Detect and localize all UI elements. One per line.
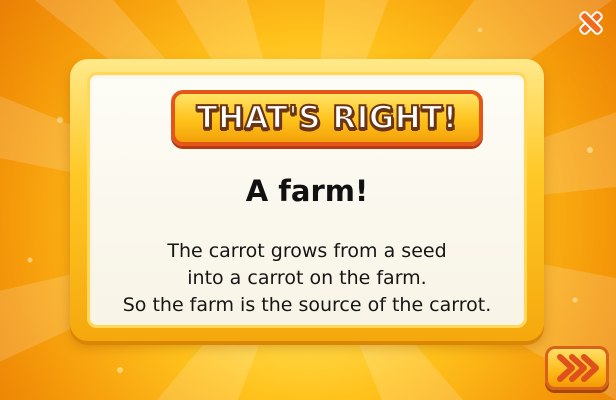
double-chevron-right-icon xyxy=(557,354,599,382)
explanation-text: The carrot grows from a seed into a carr… xyxy=(87,238,527,319)
explanation-line: So the farm is the source of the carrot. xyxy=(122,294,492,316)
feedback-card: THAT'S RIGHT! A farm! The carrot grows f… xyxy=(87,72,527,328)
next-button[interactable] xyxy=(545,346,609,390)
explanation-line: The carrot grows from a seed xyxy=(167,240,447,262)
result-banner: THAT'S RIGHT! xyxy=(171,90,483,146)
banner-title: THAT'S RIGHT! xyxy=(195,99,458,137)
close-x-icon xyxy=(579,11,603,35)
explanation-line: into a carrot on the farm. xyxy=(187,267,427,289)
feedback-dialog: THAT'S RIGHT! A farm! The carrot grows f… xyxy=(70,59,544,341)
close-button[interactable] xyxy=(572,4,610,42)
answer-headline: A farm! xyxy=(245,174,369,208)
